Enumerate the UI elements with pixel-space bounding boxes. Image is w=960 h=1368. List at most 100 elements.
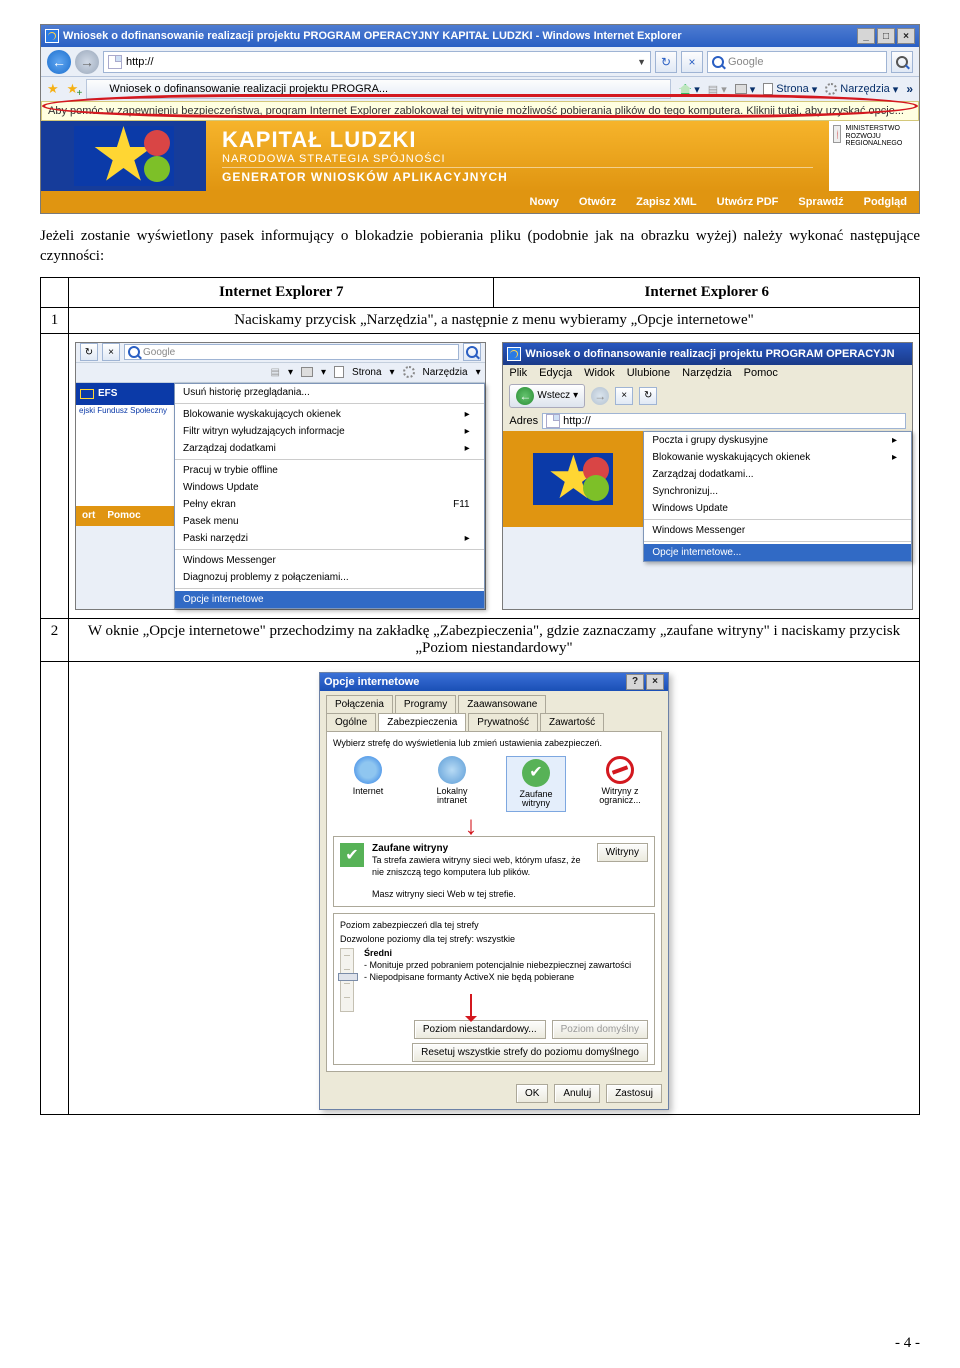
address-bar[interactable]: http:// [542,413,906,429]
chevron-down-icon[interactable]: ▼ [637,57,646,67]
menu-item[interactable]: Blokowanie wyskakujących okienek▸ [175,406,484,423]
restricted-icon [606,756,634,784]
reset-zones-button[interactable]: Resetuj wszystkie strefy do poziomu domy… [412,1043,648,1062]
maximize-button[interactable]: □ [877,28,895,44]
search-go-button[interactable] [891,51,913,73]
minimize-button[interactable]: _ [857,28,875,44]
apply-button[interactable]: Zastosuj [606,1084,662,1103]
refresh-button[interactable]: ↻ [639,387,657,405]
page-icon [334,366,344,378]
menu-item[interactable]: Synchronizuj... [644,483,911,500]
menu-item[interactable]: Blokowanie wyskakujących okienek▸ [644,449,911,466]
overflow-chevron-icon[interactable]: » [906,82,913,96]
cancel-button[interactable]: Anuluj [554,1084,600,1103]
home-icon [679,84,691,94]
tools-dropdown-menu: Usuń historię przeglądania... Blokowanie… [174,383,485,609]
site-menu-item[interactable]: Utwórz PDF [717,196,779,208]
col-header-ie6: Internet Explorer 6 [494,277,920,307]
security-level-slider[interactable] [340,948,354,1012]
menu-item[interactable]: Windows Messenger [175,552,484,569]
menu-item-internet-options[interactable]: Opcje internetowe... [644,544,911,561]
menu-item[interactable]: Diagnozuj problemy z połączeniami... [175,569,484,586]
close-button[interactable]: × [897,28,915,44]
back-button[interactable]: ← [47,50,71,74]
menu-view[interactable]: Widok [584,367,615,379]
search-icon [466,346,478,358]
close-button[interactable]: × [646,674,664,690]
site-menu-item[interactable]: Podgląd [864,196,907,208]
page-icon [763,83,773,95]
feeds-icon: ▤ [271,367,280,378]
print-icon [735,84,747,94]
slider-thumb[interactable] [338,973,358,981]
zone-restricted[interactable]: Witryny z ogranicz... [590,756,650,813]
site-menu-item[interactable]: Otwórz [579,196,616,208]
menu-item[interactable]: Pełny ekranF11 [175,496,484,513]
tab-content[interactable]: Zawartość [540,713,604,731]
menu-item[interactable]: Filtr witryn wyłudzających informacje▸ [175,423,484,440]
site-menu-item[interactable]: Zapisz XML [636,196,697,208]
stop-button[interactable]: × [681,51,703,73]
menu-tools[interactable]: Narzędzia [682,367,732,379]
menu-favorites[interactable]: Ulubione [627,367,670,379]
zone-local-intranet[interactable]: Lokalny intranet [422,756,482,813]
dialog-title: Opcje internetowe [324,676,626,688]
site-menu-item[interactable]: Nowy [530,196,559,208]
print-button[interactable]: ▾ [735,83,756,96]
custom-level-button[interactable]: Poziom niestandardowy... [414,1020,546,1039]
browser-tab[interactable]: Wniosek o dofinansowanie realizacji proj… [86,79,671,99]
zone-internet[interactable]: Internet [338,756,398,813]
home-button[interactable]: ▾ [679,83,700,96]
forward-button[interactable]: → [591,387,609,405]
search-box[interactable]: Google [707,51,887,73]
menu-item[interactable]: Zarządzaj dodatkami▸ [175,440,484,457]
page-number: - 4 - [895,1335,920,1352]
menu-item[interactable]: Pasek menu [175,513,484,530]
menu-edit[interactable]: Edycja [539,367,572,379]
menu-item[interactable]: Windows Update [175,479,484,496]
command-bar: ▾ ▤ ▾ ▾ Strona ▾ Narzędzia ▾ » [679,82,913,96]
tab-advanced[interactable]: Zaawansowane [458,695,546,713]
menu-item[interactable]: Zarządzaj dodatkami... [644,466,911,483]
steps-table: Internet Explorer 7 Internet Explorer 6 … [40,277,920,1116]
default-level-button[interactable]: Poziom domyślny [552,1020,648,1039]
stop-button[interactable]: × [615,387,633,405]
help-button[interactable]: ? [626,674,644,690]
tab-security[interactable]: Zabezpieczenia [378,713,466,731]
menu-file[interactable]: Plik [509,367,527,379]
site-menu: Nowy Otwórz Zapisz XML Utwórz PDF Sprawd… [41,191,919,213]
tab-general[interactable]: Ogólne [326,713,376,731]
site-menu-item[interactable]: Sprawdź [798,196,843,208]
address-bar[interactable]: http:// ▼ [103,51,651,73]
information-bar[interactable]: Aby pomóc w zapewnieniu bezpieczeństwa, … [41,101,919,121]
menu-item-internet-options[interactable]: Opcje internetowe [175,591,484,608]
tab-connections[interactable]: Połączenia [326,695,393,713]
tab-programs[interactable]: Programy [395,695,456,713]
page-menu-button[interactable]: Strona ▾ [763,83,817,96]
menu-item[interactable]: Poczta i grupy dyskusyjne▸ [644,432,911,449]
menu-item[interactable]: Usuń historię przeglądania... [175,384,484,401]
tab-title: Wniosek o dofinansowanie realizacji proj… [109,83,388,95]
refresh-button[interactable]: ↻ [655,51,677,73]
add-favorite-icon[interactable]: ★+ [67,81,79,97]
level-bullet: - Niepodpisane formanty ActiveX nie będą… [364,972,574,982]
tab-privacy[interactable]: Prywatność [468,713,538,731]
back-button[interactable]: ←Wstecz ▾ [509,384,585,408]
menu-help[interactable]: Pomoc [744,367,778,379]
menu-item[interactable]: Paski narzędzi▸ [175,530,484,547]
eu-flag-icon [80,389,94,399]
feeds-button[interactable]: ▤ ▾ [708,83,727,96]
favorites-star-icon[interactable]: ★ [47,81,59,97]
menu-item[interactable]: Windows Update [644,500,911,517]
forward-button[interactable]: → [75,50,99,74]
print-icon [301,367,313,377]
trusted-check-icon [340,843,364,867]
menu-item[interactable]: Pracuj w trybie offline [175,462,484,479]
tools-dropdown-menu: Poczta i grupy dyskusyjne▸ Blokowanie wy… [643,431,912,562]
zone-trusted-sites[interactable]: Zaufane witryny [506,756,566,813]
tools-menu-button[interactable]: Narzędzia ▾ [825,83,898,96]
menu-item[interactable]: Windows Messenger [644,522,911,539]
ok-button[interactable]: OK [516,1084,548,1103]
page-icon [546,414,560,428]
sites-button[interactable]: Witryny [597,843,648,862]
